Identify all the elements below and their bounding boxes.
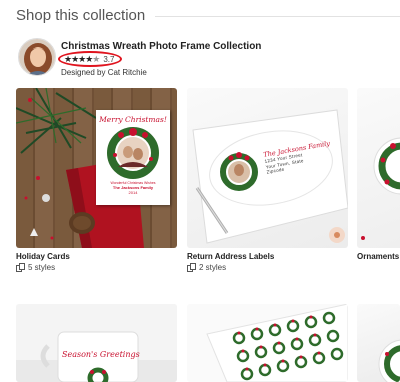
product-card-ornaments[interactable]: Ornaments (357, 88, 400, 261)
collection-info[interactable]: Christmas Wreath Photo Frame Collection … (18, 38, 261, 77)
styles-count[interactable]: 5 styles (16, 263, 177, 272)
address-label-image[interactable]: The Jacksons Family 1234 Your Street You… (187, 88, 348, 248)
styles-icon (16, 263, 25, 272)
product-card-return-address-labels[interactable]: The Jacksons Family 1234 Your Street You… (187, 88, 348, 272)
greeting-card: Merry Christmas! Wonderful Christmas Wis… (96, 110, 170, 205)
rating[interactable]: ★★★★★ 3.7 (58, 51, 123, 67)
ornament-product-image-2[interactable] (357, 304, 400, 382)
star-rating-icon: ★★★★★ (64, 54, 100, 64)
designer-credit[interactable]: Designed by Cat Ritchie (61, 68, 261, 77)
product-label[interactable]: Ornaments (357, 252, 400, 261)
product-label[interactable]: Return Address Labels (187, 252, 348, 261)
section-title: Shop this collection (16, 6, 146, 24)
product-label[interactable]: Holiday Cards (16, 252, 177, 261)
divider (155, 15, 400, 17)
wrapping-paper-image[interactable] (187, 304, 348, 382)
styles-count[interactable]: 2 styles (187, 263, 348, 272)
mug-greeting: Season's Greetings (62, 350, 140, 359)
card-greeting: Merry Christmas! (99, 115, 167, 124)
designer-avatar[interactable] (18, 38, 56, 76)
product-card-holiday-cards[interactable]: Merry Christmas! Wonderful Christmas Wis… (16, 88, 177, 272)
holiday-card-image[interactable]: Merry Christmas! Wonderful Christmas Wis… (16, 88, 177, 248)
mug-product-image[interactable]: Season's Greetings (16, 304, 177, 382)
rating-value: 3.7 (103, 55, 115, 64)
styles-count-text: 5 styles (28, 263, 56, 272)
styles-icon (187, 263, 196, 272)
ornament-image[interactable] (357, 88, 400, 248)
card-year: 2014 (128, 190, 138, 195)
section-header: Shop this collection (16, 0, 400, 30)
styles-count-text: 2 styles (199, 263, 227, 272)
